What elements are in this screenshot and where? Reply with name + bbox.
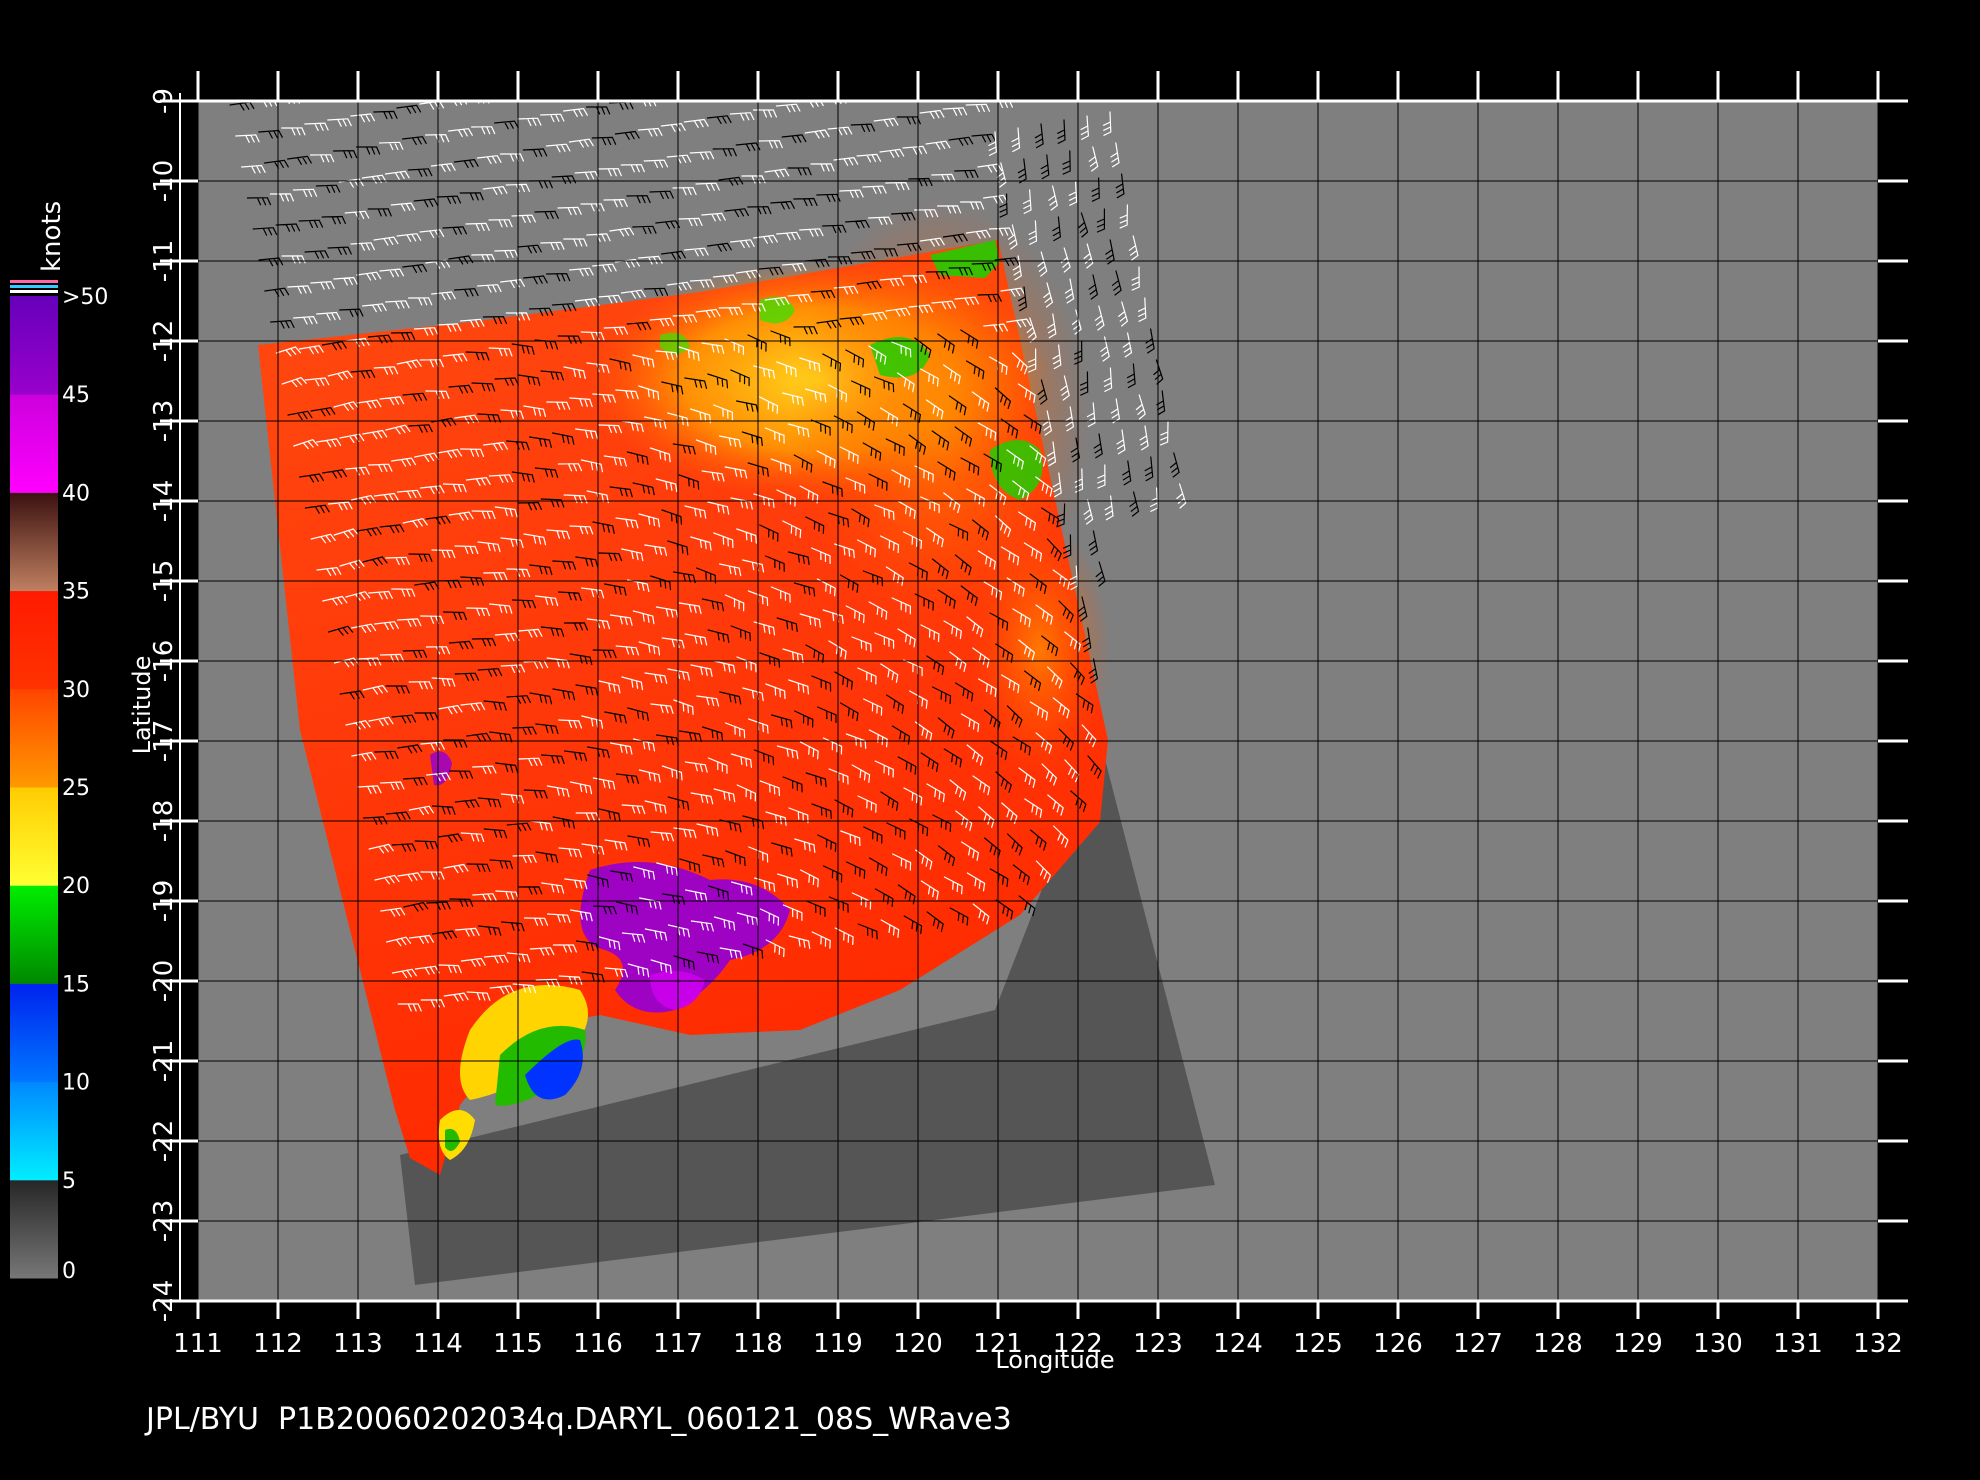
longitude-tick: 118 [733,1329,783,1359]
latitude-tick: -11 [149,240,179,282]
colorbar-segment [10,296,58,395]
map-plot-area [198,101,1878,1301]
longitude-tick: 131 [1773,1329,1823,1359]
colorbar-unit-label: knots [37,201,67,272]
latitude-tick: -18 [149,800,179,842]
longitude-tick: 129 [1613,1329,1663,1359]
colorbar-label: >50 [62,285,108,310]
colorbar-segment [10,885,58,984]
colorbar-segment [10,590,58,690]
longitude-tick: 132 [1853,1329,1903,1359]
x-axis-label: Longitude [995,1346,1114,1374]
colorbar-label: 40 [62,481,90,506]
longitude-tick: 113 [333,1329,383,1359]
colorbar-segment [10,787,58,886]
longitude-tick: 115 [493,1329,543,1359]
colorbar-tick-labels: 0 5 10 15 20 25 30 35 40 45 >50 [62,285,108,1284]
figure-caption: JPL/BYU P1B20060202034q.DARYL_060121_08S… [146,1402,1012,1437]
longitude-tick: 126 [1373,1329,1423,1359]
latitude-tick: -12 [149,320,179,362]
longitude-tick: 128 [1533,1329,1583,1359]
wind-map-figure: knots 0 5 10 15 20 25 30 35 40 45 >50 111 112 113 … [10,71,1908,1374]
longitude-tick: 124 [1213,1329,1263,1359]
longitude-tick: 112 [253,1329,303,1359]
colorbar-segment [10,394,58,493]
latitude-tick: -19 [149,880,179,922]
longitude-tick: 119 [813,1329,863,1359]
colorbar-label: 15 [62,972,90,997]
longitude-tick: 127 [1453,1329,1503,1359]
latitude-tick: -20 [149,960,179,1002]
colorbar-label: 35 [62,580,90,605]
longitude-tick: 117 [653,1329,703,1359]
colorbar-stripe [10,290,58,293]
longitude-tick: 116 [573,1329,623,1359]
latitude-tick: -14 [149,480,179,522]
colorbar-label: 45 [62,383,90,408]
colorbar-segment [10,688,58,788]
longitude-tick: 123 [1133,1329,1183,1359]
latitude-tick: -24 [149,1280,179,1322]
colorbar-segment [10,492,58,592]
longitude-tick: 120 [893,1329,943,1359]
wind-speed-colorbar [10,280,58,1279]
colorbar-label: 5 [62,1169,76,1194]
latitude-tick: -22 [149,1120,179,1162]
latitude-tick: -21 [149,1040,179,1082]
latitude-tick: -10 [149,160,179,202]
latitude-tick: -13 [149,400,179,442]
latitude-tick: -9 [149,88,179,114]
colorbar-stripe [10,280,58,283]
colorbar-segment [10,983,58,1083]
colorbar-label: 0 [62,1259,76,1284]
latitude-tick: -23 [149,1200,179,1242]
colorbar-label: 10 [62,1071,90,1096]
longitude-tick: 114 [413,1329,463,1359]
longitude-tick: 125 [1293,1329,1343,1359]
colorbar-segment [10,1179,58,1279]
colorbar-segment [10,1081,58,1181]
colorbar-label: 25 [62,776,90,801]
colorbar-label: 20 [62,874,90,899]
longitude-tick: 130 [1693,1329,1743,1359]
longitude-tick: 111 [173,1329,223,1359]
latitude-tick: -15 [149,560,179,602]
colorbar-label: 30 [62,678,90,703]
y-axis-label: Latitude [128,656,156,755]
colorbar-stripe [10,285,58,288]
